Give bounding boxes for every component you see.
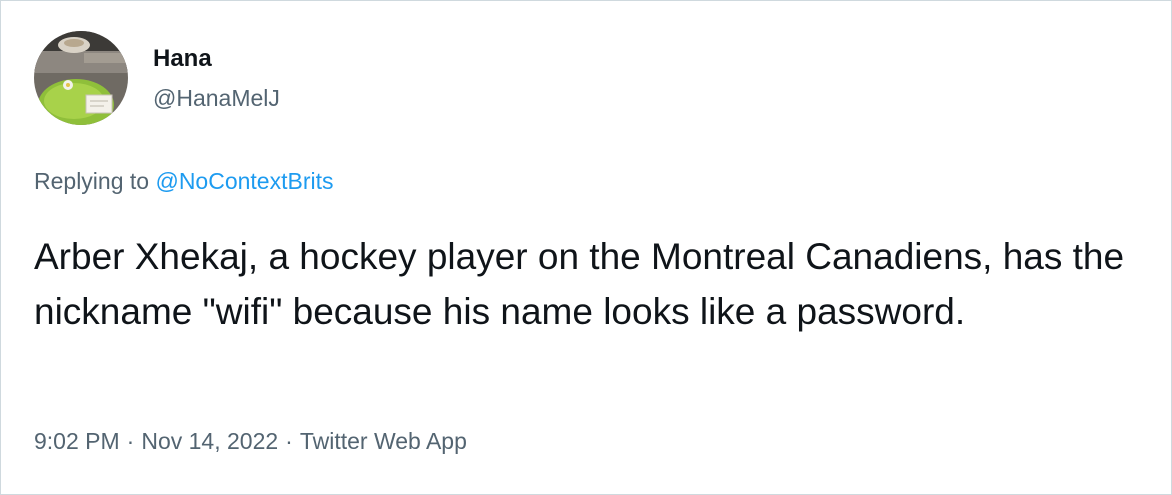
tweet-source: Twitter Web App	[299, 428, 467, 454]
avatar-photo-icon	[34, 31, 128, 125]
tweet-meta: 9:02 PM · Nov 14, 2022 · Twitter Web App	[34, 426, 467, 456]
author-handle[interactable]: @HanaMelJ	[153, 83, 280, 113]
tweet-text: Arber Xhekaj, a hockey player on the Mon…	[34, 236, 1125, 332]
tweet-date[interactable]: Nov 14, 2022	[141, 428, 278, 454]
meta-separator: ·	[285, 428, 293, 454]
author-display-name[interactable]: Hana	[153, 44, 212, 74]
avatar[interactable]	[34, 31, 128, 125]
replying-to-label: Replying to	[34, 168, 150, 194]
reply-mention-link[interactable]: @NoContextBrits	[155, 168, 333, 194]
tweet-card: Hana @HanaMelJ Replying to @NoContextBri…	[0, 0, 1172, 495]
replying-to: Replying to @NoContextBrits	[34, 166, 333, 196]
meta-separator: ·	[126, 428, 135, 454]
tweet-time[interactable]: 9:02 PM	[34, 428, 120, 454]
